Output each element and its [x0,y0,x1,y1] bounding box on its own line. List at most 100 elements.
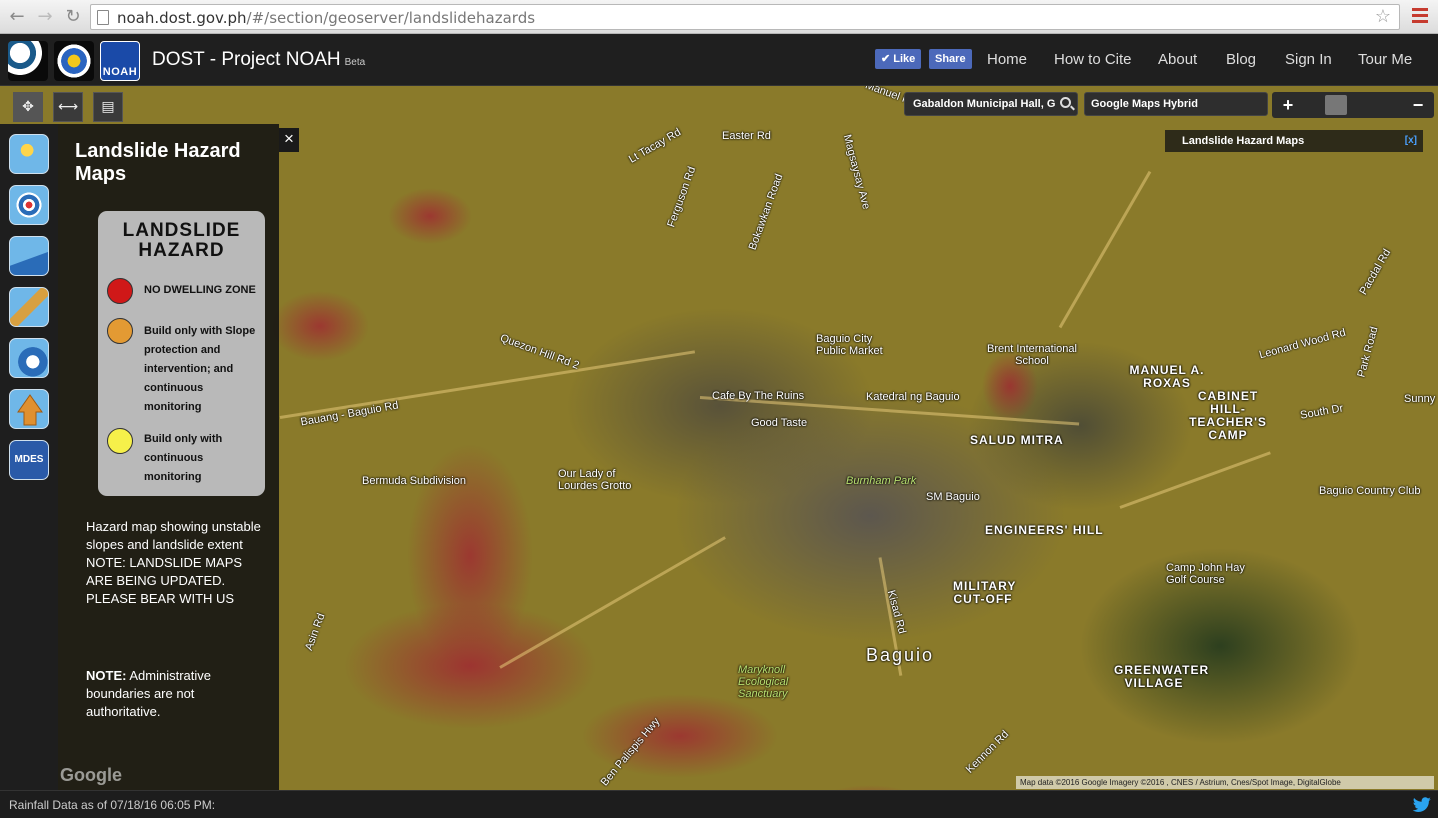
section-sidebar: MDES [0,124,58,790]
map-label: Cafe By The Ruins [712,390,805,402]
measure-tool-icon[interactable]: ⟷ [53,92,83,122]
forward-icon[interactable]: → [34,6,56,28]
nav-blog[interactable]: Blog [1226,51,1256,68]
rainfall-status: Rainfall Data as of 07/18/16 06:05 PM: [9,798,216,812]
nav-sign-in[interactable]: Sign In [1285,51,1332,68]
address-bar[interactable]: noah.dost.gov.ph/#/section/geoserver/lan… [90,4,1400,30]
hazard-legend: LANDSLIDE HAZARD NO DWELLING ZONE Build o… [98,211,265,496]
legend-title-2: HAZARD [138,240,225,261]
reload-icon[interactable]: ↻ [62,6,84,28]
map-label: CABINET HILL-TEACHER'S CAMP [1189,389,1267,442]
map-label: Baguio Country Club [1319,485,1421,497]
basemap-select[interactable]: Google Maps Hybrid [1084,92,1268,116]
page-icon [97,10,109,25]
nav-tour-me[interactable]: Tour Me [1358,51,1412,68]
nav-about[interactable]: About [1158,51,1197,68]
mdes-icon[interactable]: MDES [9,440,49,480]
search-icon[interactable] [1060,97,1071,108]
zoom-slider[interactable]: + − [1272,92,1434,118]
map-label: Baguio [866,645,935,665]
map-label: Camp John Hay Golf Course [1166,562,1245,586]
road-line [499,536,726,669]
map-attribution[interactable]: Map data ©2016 Google Imagery ©2016 , CN… [1016,776,1434,789]
map-label: Pacdal Rd [1357,247,1394,297]
zoom-in-button[interactable]: + [1274,92,1302,118]
layer-name: Landslide Hazard Maps [1182,135,1305,147]
landslide-icon[interactable] [9,287,49,327]
layer-note: NOTE: Administrative boundaries are not … [86,667,261,721]
like-label: Like [893,53,916,65]
noah-logo[interactable]: NOAH [100,41,140,81]
browser-menu-icon[interactable] [1412,8,1428,26]
noah-logo-text: NOAH [102,66,138,78]
title-text: DOST - Project NOAH [152,49,341,70]
page-title: DOST - Project NOAH Beta [152,49,365,71]
url-path: /#/section/geoserver/landslidehazards [246,9,536,27]
map-label: Maryknoll Ecological Sanctuary [738,664,789,700]
map-label: South Dr [1299,402,1345,422]
map-label: Our Lady of Lourdes Grotto [558,468,632,492]
map-label: Lt Tacay Rd [626,126,684,166]
footer-bar: Rainfall Data as of 07/18/16 06:05 PM: [0,790,1438,818]
map-label: Magsaysay Ave [840,133,873,211]
map-label: Park Road [1355,325,1381,379]
location-search-input[interactable]: Gabaldon Municipal Hall, G [904,92,1078,116]
pan-tool-icon[interactable]: ✥ [13,92,43,122]
url-host: noah.dost.gov.ph [117,9,247,27]
layout-tool-icon[interactable]: ▤ [93,92,123,122]
map-label: MILITARY CUT-OFF [953,579,1017,606]
map-label: SM Baguio [926,491,980,503]
map-label: Ferguson Rd [665,165,699,229]
map-label: Katedral ng Baguio [866,391,960,403]
legend-label: Build only with Slope protection and int… [144,325,256,413]
facebook-like-button[interactable]: ✔ Like [875,49,922,69]
back-icon[interactable]: ← [6,6,28,28]
legend-label: Build only with continuous monitoring [144,433,223,483]
search-value: Gabaldon Municipal Hall, G [913,98,1056,110]
map-label: Kennon Rd [963,728,1012,776]
google-logo: Google [60,765,122,785]
legend-swatch-orange [107,318,133,344]
map-label: Quezon Hill Rd 2 [498,332,581,372]
active-layer-box: Landslide Hazard Maps [x] [1165,130,1423,152]
nav-how-to-cite[interactable]: How to Cite [1054,51,1132,68]
app-header: NOAH DOST - Project NOAH Beta ✔ Like Shar… [0,34,1438,86]
layer-close-button[interactable]: [x] [1405,130,1417,152]
map-label: SALUD MITRA [970,433,1064,447]
layer-description: Hazard map showing unstable slopes and l… [86,519,261,606]
legend-label: NO DWELLING ZONE [144,284,256,296]
map-label: Easter Rd [722,130,771,142]
map-label: Brent International School [987,343,1077,367]
note-label: NOTE: [86,668,127,683]
zoom-out-button[interactable]: − [1404,92,1432,118]
map-label: Asin Rd [303,611,328,653]
seal-logo[interactable] [54,41,94,81]
beta-badge: Beta [344,57,366,68]
browser-toolbar: ← → ↻ noah.dost.gov.ph/#/section/geoserv… [0,0,1438,34]
map-label: Good Taste [751,417,808,429]
close-panel-button[interactable]: × [279,128,299,152]
zoom-handle[interactable] [1325,95,1347,115]
map-label: Burnham Park [846,475,917,487]
legend-swatch-red [107,278,133,304]
twitter-icon[interactable] [1412,797,1432,813]
map-label: Baguio City Public Market [816,333,883,357]
facebook-share-button[interactable]: Share [929,49,972,69]
map-label: GREENWATER VILLAGE [1114,663,1210,690]
road-line [1058,170,1152,329]
nav-home[interactable]: Home [987,51,1027,68]
map-label: Sunny [1404,393,1436,405]
map-label: Bokawkan Road [746,172,786,252]
legend-title-1: LANDSLIDE [122,220,241,241]
map-label: Leonard Wood Rd [1257,326,1348,362]
legend-swatch-yellow [107,428,133,454]
weather-icon[interactable] [9,134,49,174]
road-line [1119,451,1271,509]
storm-surge-icon[interactable] [9,338,49,378]
bookmark-star-icon[interactable]: ☆ [1375,6,1391,27]
doppler-icon[interactable] [9,185,49,225]
flood-icon[interactable] [9,236,49,276]
dost-logo[interactable] [8,41,48,81]
map-label: Bermuda Subdivision [362,475,466,487]
sensors-icon[interactable] [9,389,49,429]
